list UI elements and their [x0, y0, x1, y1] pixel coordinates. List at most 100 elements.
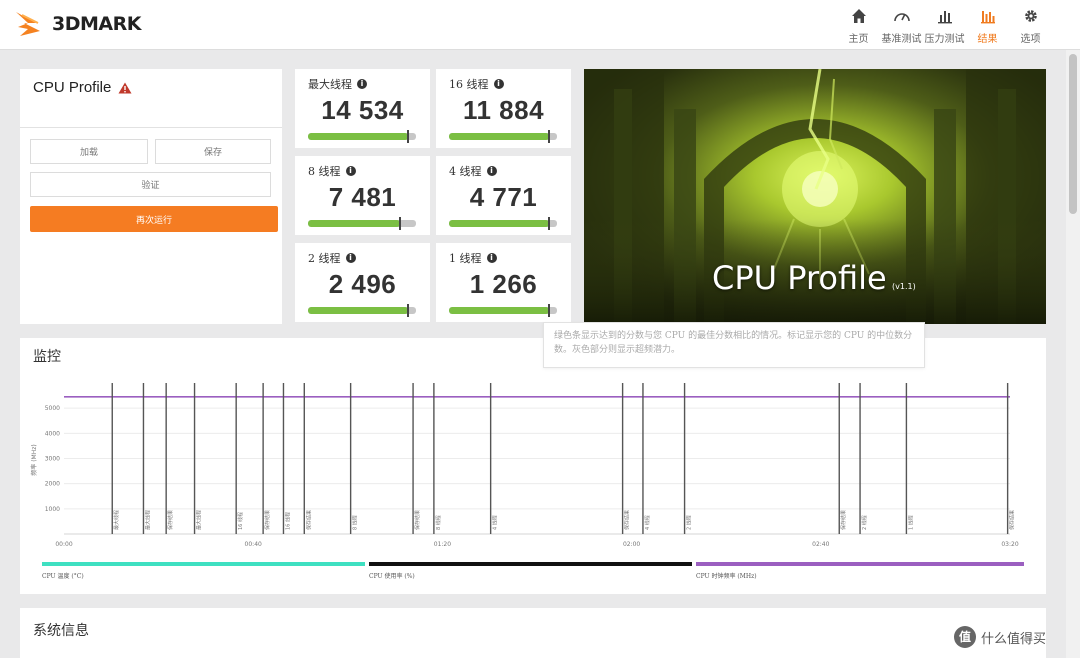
monitoring-panel: 监控 1000 2000 3000 4000 5000 频率 (MHz) 00:00 00:4…	[20, 338, 1046, 594]
save-button[interactable]: 保存	[155, 139, 271, 164]
median-marker	[398, 217, 401, 230]
hero-version: (v1.1)	[892, 282, 916, 291]
monitoring-chart[interactable]: 1000 2000 3000 4000 5000 频率 (MHz) 00:00 00:40 01…	[20, 338, 1046, 594]
info-icon[interactable]: i	[345, 166, 356, 176]
result-actions-panel: CPU Profile 加载 保存 验证 再次运行	[20, 69, 282, 324]
score-label: 最大线程 i	[308, 76, 367, 92]
page-scrollbar[interactable]	[1066, 50, 1080, 658]
score-label-text: 4 线程	[449, 165, 482, 178]
score-label-text: 最大线程	[308, 78, 352, 91]
nav-label: 结果	[977, 34, 998, 45]
score-label-text: 1 线程	[449, 252, 482, 265]
info-icon[interactable]: i	[357, 79, 367, 89]
score-label: 1 线程 i	[449, 250, 497, 266]
x-tick-label: 02:40	[812, 541, 829, 548]
load-button[interactable]: 加载	[30, 139, 148, 164]
legend-line-cpu-clock	[696, 562, 1024, 566]
result-title: CPU Profile	[33, 79, 132, 96]
phase-marker-label: 4 线程	[492, 515, 499, 530]
median-marker	[548, 304, 551, 317]
info-icon[interactable]: i	[486, 253, 497, 263]
phase-marker-label: 保存结果	[414, 510, 421, 530]
phase-marker-label: 保存结果	[305, 510, 312, 530]
nav-item-results[interactable]: 结果	[966, 5, 1009, 45]
score-bar	[449, 307, 557, 314]
x-tick-label: 00:00	[55, 541, 72, 548]
info-icon[interactable]: i	[493, 79, 504, 89]
score-bar	[308, 307, 416, 314]
nav-label: 基准测试	[881, 34, 922, 45]
phase-marker-label: 8 线程	[435, 515, 442, 530]
y-tick-label: 5000	[45, 405, 60, 412]
score-label: 4 线程 i	[449, 163, 497, 179]
phase-marker-label: 保存结果	[840, 510, 847, 530]
phase-marker-label: 4 线程	[644, 515, 651, 530]
score-card-2-threads: 2 线程 i 2 496	[295, 243, 430, 322]
watermark-logo-icon: 值	[954, 626, 976, 648]
score-bar-tooltip: 绿色条显示达到的分数与您 CPU 的最佳分数相比的情况。标记显示您的 CPU 的…	[543, 322, 925, 368]
nav-item-benchmarks[interactable]: 基准测试	[880, 5, 923, 45]
site-watermark: 值 什么值得买	[954, 626, 1046, 648]
score-value: 4 771	[469, 182, 538, 212]
phase-marker-label: 1 线程	[907, 515, 914, 530]
median-marker	[548, 217, 551, 230]
phase-marker-label: 2 线程	[861, 515, 868, 530]
app-logo[interactable]: 3DMARK	[14, 6, 141, 42]
x-tick-label: 01:20	[434, 541, 451, 548]
legend-label-cpu-clock[interactable]: CPU 时钟频率 (MHz)	[696, 571, 757, 580]
x-tick-label: 03:20	[1001, 541, 1018, 548]
phase-marker-label: 16 线程	[284, 512, 291, 530]
score-card-4-threads: 4 线程 i 4 771	[436, 156, 571, 235]
stress-chart-icon	[937, 5, 953, 27]
system-info-title: 系统信息	[33, 623, 89, 639]
phase-marker-label: 2 线程	[686, 515, 693, 530]
benchmark-hero-image: CPU Profile (v1.1)	[584, 69, 1046, 324]
score-label: 8 线程 i	[308, 163, 356, 179]
legend-line-cpu-usage	[369, 562, 692, 566]
y-axis-label: 频率 (MHz)	[30, 444, 38, 475]
phase-marker-label: 最大线程	[196, 510, 203, 530]
score-bar-fill	[308, 307, 409, 314]
phase-marker-label: 8 线程	[352, 515, 359, 530]
y-tick-label: 3000	[45, 456, 60, 463]
score-card-1-thread: 1 线程 i 1 266	[436, 243, 571, 322]
y-tick-label: 1000	[45, 506, 60, 513]
phase-marker-label: 保存结果	[1009, 510, 1016, 530]
info-icon[interactable]: i	[486, 166, 497, 176]
score-value: 11 884	[462, 95, 545, 125]
score-bar-fill	[449, 133, 550, 140]
info-icon[interactable]: i	[345, 253, 356, 263]
scrollbar-thumb[interactable]	[1069, 54, 1077, 214]
score-bar	[449, 220, 557, 227]
home-icon	[851, 5, 867, 27]
result-title-text: CPU Profile	[33, 79, 112, 96]
divider	[20, 127, 282, 128]
gauge-icon	[893, 5, 911, 27]
gear-icon	[1023, 5, 1039, 27]
3dmark-logo-icon	[16, 12, 40, 36]
legend-label-cpu-temperature[interactable]: CPU 温度 (°C)	[42, 571, 84, 580]
score-bar-fill	[308, 133, 409, 140]
score-value: 14 534	[321, 95, 404, 125]
score-value: 1 266	[469, 269, 538, 299]
nav-item-home[interactable]: 主页	[837, 5, 880, 45]
run-again-button[interactable]: 再次运行	[30, 206, 278, 232]
nav-item-options[interactable]: 选项	[1009, 5, 1052, 45]
score-label: 2 线程 i	[308, 250, 356, 266]
nav-label: 压力测试	[924, 34, 965, 45]
phase-marker-label: 保存结果	[167, 510, 174, 530]
score-bar	[449, 133, 557, 140]
verify-button[interactable]: 验证	[30, 172, 271, 197]
score-bar-fill	[308, 220, 400, 227]
watermark-text: 什么值得买	[981, 631, 1047, 647]
warning-icon[interactable]	[118, 82, 132, 94]
legend-label-cpu-usage[interactable]: CPU 使用率 (%)	[369, 571, 415, 580]
nav-item-stress-tests[interactable]: 压力测试	[923, 5, 966, 45]
score-card-max-threads: 最大线程 i 14 534	[295, 69, 430, 148]
y-tick-label: 2000	[45, 481, 60, 488]
score-value: 2 496	[328, 269, 397, 299]
median-marker	[548, 130, 551, 143]
nav-label: 选项	[1020, 34, 1041, 45]
median-marker	[407, 130, 410, 143]
hero-title: CPU Profile	[712, 259, 887, 297]
